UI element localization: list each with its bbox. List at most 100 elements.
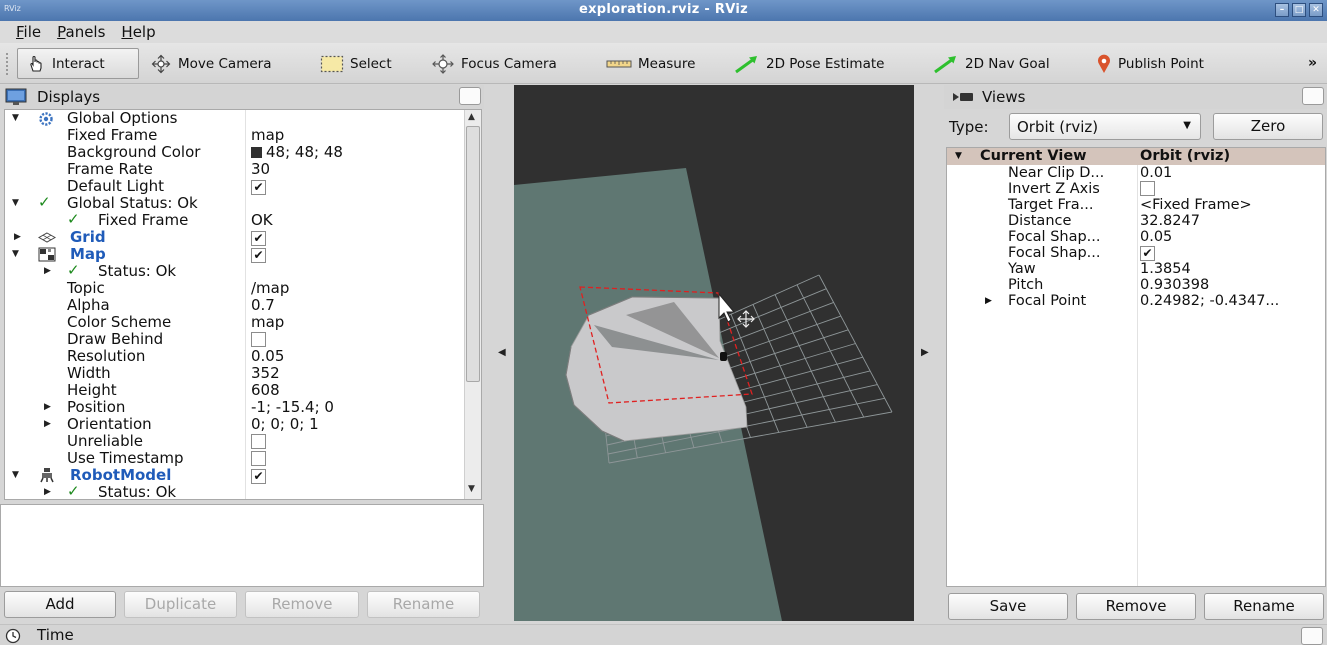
toolbar-grip[interactable]	[6, 53, 10, 75]
view-prop-near-clip[interactable]: Near Clip D... 0.01	[947, 165, 1325, 181]
zero-view-button[interactable]: Zero	[1213, 113, 1323, 140]
left-panel-splitter[interactable]: ◀	[486, 85, 514, 621]
view-prop-target-frame[interactable]: Target Fra... <Fixed Frame>	[947, 197, 1325, 213]
frame-rate-value[interactable]: 30	[251, 161, 270, 178]
current-view-row[interactable]: ▼ Current View Orbit (rviz)	[947, 148, 1325, 165]
displays-scrollbar[interactable]: ▲ ▼	[464, 110, 481, 499]
tree-row-use-timestamp[interactable]: Use Timestamp	[5, 450, 464, 467]
tool-measure-button[interactable]: Measure	[598, 48, 703, 79]
right-panel-splitter[interactable]: ▶	[914, 85, 942, 621]
add-display-button[interactable]: Add	[4, 591, 116, 618]
collapse-left-arrow-icon[interactable]: ◀	[498, 347, 506, 358]
window-title: exploration.rviz - RViz	[579, 2, 748, 17]
tree-row-topic[interactable]: Topic /map	[5, 280, 464, 297]
view-prop-pitch[interactable]: Pitch 0.930398	[947, 277, 1325, 293]
unreliable-checkbox[interactable]	[251, 434, 266, 449]
background-color-value[interactable]: 48; 48; 48	[251, 144, 343, 161]
color-scheme-value[interactable]: map	[251, 314, 284, 331]
tree-row-draw-behind[interactable]: Draw Behind	[5, 331, 464, 348]
gear-icon	[39, 112, 53, 126]
view-type-dropdown[interactable]: Orbit (rviz) ▼	[1009, 113, 1201, 140]
view-prop-focal-point[interactable]: ▶ Focal Point 0.24982; -0.4347...	[947, 293, 1325, 309]
toolbar-overflow-button[interactable]: »	[1308, 55, 1317, 71]
tree-row-orientation[interactable]: ▶ Orientation 0; 0; 0; 1	[5, 416, 464, 433]
tree-row-map-status[interactable]: ▶ ✓ Status: Ok	[5, 262, 464, 280]
draw-behind-checkbox[interactable]	[251, 332, 266, 347]
collapse-arrow-icon[interactable]: ▼	[12, 110, 22, 127]
tool-2d-pose-estimate-button[interactable]: 2D Pose Estimate	[726, 48, 892, 79]
tree-row-background-color[interactable]: Background Color 48; 48; 48	[5, 144, 464, 161]
close-button[interactable]: ✕	[1309, 3, 1323, 17]
remove-display-button[interactable]: Remove	[245, 591, 359, 618]
tree-row-alpha[interactable]: Alpha 0.7	[5, 297, 464, 314]
views-property-tree[interactable]: ▼ Current View Orbit (rviz) Near Clip D.…	[946, 147, 1326, 587]
tree-row-unreliable[interactable]: Unreliable	[5, 433, 464, 450]
remove-view-button[interactable]: Remove	[1076, 593, 1196, 620]
expand-arrow-icon[interactable]: ▶	[44, 263, 54, 280]
tree-row-frame-rate[interactable]: Frame Rate 30	[5, 161, 464, 178]
render-viewport-3d[interactable]	[514, 85, 914, 621]
view-prop-yaw[interactable]: Yaw 1.3854	[947, 261, 1325, 277]
scroll-down-arrow-icon[interactable]: ▼	[468, 484, 475, 494]
fixed-frame-value[interactable]: map	[251, 127, 284, 144]
expand-arrow-icon[interactable]: ▶	[44, 416, 54, 433]
view-prop-distance[interactable]: Distance 32.8247	[947, 213, 1325, 229]
tool-move-camera-button[interactable]: Move Camera	[142, 48, 279, 79]
expand-arrow-icon[interactable]: ▶	[985, 293, 992, 309]
tree-row-width[interactable]: Width 352	[5, 365, 464, 382]
alpha-value[interactable]: 0.7	[251, 297, 275, 314]
save-view-button[interactable]: Save	[948, 593, 1068, 620]
default-light-checkbox[interactable]: ✔	[251, 180, 266, 195]
expand-arrow-icon[interactable]: ▶	[44, 484, 54, 499]
view-prop-invert-z[interactable]: Invert Z Axis	[947, 181, 1325, 197]
tree-row-height[interactable]: Height 608	[5, 382, 464, 399]
collapse-arrow-icon[interactable]: ▼	[12, 195, 22, 212]
use-timestamp-checkbox[interactable]	[251, 451, 266, 466]
rename-display-button[interactable]: Rename	[367, 591, 480, 618]
collapse-right-arrow-icon[interactable]: ▶	[921, 347, 929, 358]
focal-shape-checkbox[interactable]: ✔	[1140, 246, 1155, 261]
robot-model-enabled-checkbox[interactable]: ✔	[251, 469, 266, 484]
tree-row-robot-status[interactable]: ▶ ✓ Status: Ok	[5, 483, 464, 500]
time-title: Time	[37, 626, 74, 644]
tool-interact-button[interactable]: Interact	[17, 48, 139, 79]
invert-z-checkbox[interactable]	[1140, 181, 1155, 196]
view-prop-focal-shape-size[interactable]: Focal Shap... 0.05	[947, 229, 1325, 245]
menu-panels[interactable]: Panels	[51, 21, 111, 43]
collapse-arrow-icon[interactable]: ▼	[12, 246, 22, 263]
tree-row-global-options[interactable]: ▼ Global Options	[5, 110, 464, 127]
grid-enabled-checkbox[interactable]: ✔	[251, 231, 266, 246]
tree-row-default-light[interactable]: Default Light ✔	[5, 178, 464, 195]
scrollbar-thumb[interactable]	[466, 126, 480, 382]
tool-focus-camera-button[interactable]: Focus Camera	[423, 48, 565, 79]
expand-arrow-icon[interactable]: ▶	[44, 399, 54, 416]
rename-view-button[interactable]: Rename	[1204, 593, 1324, 620]
maximize-button[interactable]: □	[1292, 3, 1306, 17]
displays-undock-button[interactable]	[459, 87, 481, 105]
collapse-arrow-icon[interactable]: ▼	[955, 148, 962, 165]
tree-row-position[interactable]: ▶ Position -1; -15.4; 0	[5, 399, 464, 416]
robot-icon	[40, 468, 54, 483]
tree-row-fixed-frame-status[interactable]: ✓ Fixed Frame OK	[5, 211, 464, 229]
displays-tree[interactable]: ▼ Global Options Fixed Frame map Backgro…	[4, 109, 482, 500]
time-undock-button[interactable]	[1301, 627, 1323, 645]
topic-value[interactable]: /map	[251, 280, 289, 297]
collapse-arrow-icon[interactable]: ▼	[12, 467, 22, 484]
view-prop-focal-shape-fixed[interactable]: Focal Shap... ✔	[947, 245, 1325, 261]
tool-2d-nav-goal-button[interactable]: 2D Nav Goal	[925, 48, 1058, 79]
map-enabled-checkbox[interactable]: ✔	[251, 248, 266, 263]
tree-row-resolution[interactable]: Resolution 0.05	[5, 348, 464, 365]
tree-row-fixed-frame[interactable]: Fixed Frame map	[5, 127, 464, 144]
minimize-button[interactable]: –	[1275, 3, 1289, 17]
tool-publish-point-button[interactable]: Publish Point	[1088, 48, 1212, 79]
tool-select-button[interactable]: Select	[312, 48, 400, 79]
tree-row-color-scheme[interactable]: Color Scheme map	[5, 314, 464, 331]
views-undock-button[interactable]	[1302, 87, 1324, 105]
tree-row-grid[interactable]: ▶ Grid ✔	[5, 229, 464, 246]
menu-file[interactable]: File	[10, 21, 47, 43]
scroll-up-arrow-icon[interactable]: ▲	[468, 112, 475, 122]
menu-help[interactable]: Help	[115, 21, 161, 43]
window-titlebar: RViz exploration.rviz - RViz – □ ✕	[0, 0, 1327, 21]
duplicate-display-button[interactable]: Duplicate	[124, 591, 237, 618]
expand-arrow-icon[interactable]: ▶	[14, 229, 24, 246]
